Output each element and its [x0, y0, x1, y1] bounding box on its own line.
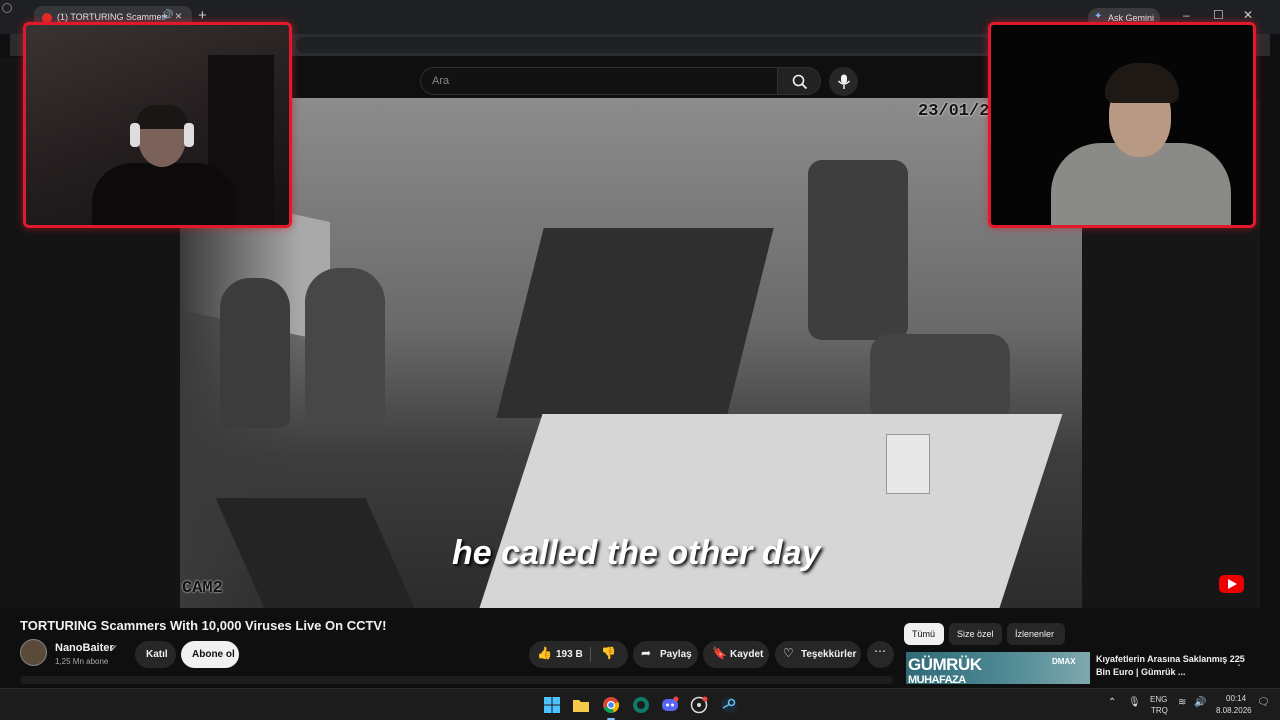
- like-count[interactable]: 193 B: [556, 649, 583, 660]
- save-label: Kaydet: [730, 649, 764, 660]
- save-button[interactable]: 🔖 Kaydet: [703, 641, 769, 668]
- windows-start-icon[interactable]: [543, 696, 561, 714]
- recommendation-menu-icon[interactable]: ⋮: [1233, 654, 1245, 668]
- maximize-icon[interactable]: ☐: [1213, 9, 1224, 21]
- share-arrow-icon: ➦: [641, 646, 652, 660]
- channel-avatar[interactable]: [20, 639, 47, 666]
- heart-dollar-icon: ♡: [783, 646, 794, 660]
- share-label: Paylaş: [660, 649, 692, 660]
- thanks-label: Teşekkürler: [801, 649, 857, 660]
- headset-icon: [184, 123, 194, 147]
- gemini-sparkle-icon: ✦: [1094, 11, 1103, 22]
- file-explorer-icon[interactable]: [572, 696, 590, 714]
- thumbnail-text: MUHAFAZA: [908, 674, 966, 684]
- recommendation-title[interactable]: Kıyafetlerin Arasına Saklanmış 225 Bin E…: [1096, 653, 1246, 679]
- microphone-tray-icon[interactable]: 🎙: [1128, 697, 1141, 708]
- volume-icon[interactable]: 🔊: [1194, 697, 1206, 708]
- windows-taskbar: [0, 688, 1280, 720]
- join-button[interactable]: Katıl: [135, 641, 176, 668]
- tab-close-icon[interactable]: ×: [175, 9, 182, 23]
- subscriber-count: 1,25 Mn abone: [55, 657, 109, 666]
- notification-icon[interactable]: 🗨: [1257, 697, 1270, 708]
- thumbnail-text: GÜMRÜK: [908, 655, 982, 674]
- clock-time[interactable]: 00:14: [1226, 694, 1246, 703]
- headset-icon: [130, 123, 140, 147]
- thanks-button[interactable]: ♡ Teşekkürler: [775, 641, 861, 668]
- microphone-icon: [837, 74, 851, 89]
- url-field[interactable]: [296, 37, 992, 53]
- chip-label: İzlenenler: [1015, 629, 1055, 639]
- person-scene: [305, 268, 385, 428]
- voice-search-button[interactable]: [829, 67, 858, 96]
- hair-scene: [1105, 63, 1179, 103]
- streamer-webcam-right: [988, 22, 1256, 228]
- office-chair-scene: [870, 334, 1010, 424]
- channel-name[interactable]: NanoBaiter: [55, 642, 114, 654]
- window-close-icon[interactable]: ✕: [1243, 9, 1253, 21]
- bookmark-icon: 🔖: [712, 646, 727, 660]
- tab-title: (1) TORTURING Scammers: [57, 12, 165, 22]
- video-title: TORTURING Scammers With 10,000 Viruses L…: [20, 618, 387, 633]
- search-placeholder: Ara: [432, 75, 450, 87]
- thumbs-down-icon[interactable]: 👎: [601, 646, 616, 660]
- clock-date[interactable]: 8.08.2026: [1216, 706, 1252, 715]
- play-triangle-icon: [1228, 579, 1237, 589]
- office-chair-scene: [808, 160, 908, 340]
- tray-chevron-icon[interactable]: ⌃: [1108, 697, 1116, 708]
- more-actions-button[interactable]: ⋯: [867, 641, 894, 668]
- person-scene: [220, 278, 290, 428]
- chip-all[interactable]: Tümü: [904, 623, 944, 645]
- keyboard-layout[interactable]: TRQ: [1151, 706, 1168, 715]
- hair-scene: [136, 105, 188, 129]
- youtube-logo-icon: [1219, 575, 1244, 593]
- video-subtitle: he called the other day: [452, 534, 821, 572]
- streamer-webcam-left: [23, 22, 292, 228]
- fan-scene: [886, 434, 930, 494]
- search-button[interactable]: [777, 67, 821, 95]
- video-player[interactable]: 23/01/20 CAM2 he called the other day: [180, 98, 1082, 608]
- person-scene: [92, 163, 236, 225]
- like-dislike-group: 👍 193 B 👎: [529, 641, 628, 668]
- app-icon[interactable]: [632, 696, 650, 714]
- search-input[interactable]: Ara: [420, 67, 778, 95]
- browser-app-icon: [2, 3, 12, 13]
- subscribe-label: Abone ol: [192, 649, 235, 660]
- cctv-cam-label: CAM2: [182, 579, 223, 598]
- obs-icon[interactable]: [690, 696, 708, 714]
- chip-watched[interactable]: İzlenenler: [1007, 623, 1065, 645]
- chip-label: Tümü: [912, 629, 936, 639]
- chip-for-you[interactable]: Size özel: [949, 623, 1002, 645]
- search-icon: [792, 74, 808, 90]
- more-dots-icon: ⋯: [874, 644, 886, 658]
- share-button[interactable]: ➦ Paylaş: [633, 641, 698, 668]
- new-tab-icon[interactable]: +: [198, 8, 207, 23]
- minimize-icon[interactable]: –: [1183, 9, 1190, 21]
- verified-check-icon: ✔: [110, 643, 118, 653]
- speaker-icon[interactable]: 🔊: [161, 10, 173, 21]
- description-box-edge[interactable]: [20, 676, 893, 684]
- like-divider: [590, 647, 591, 662]
- thumbs-up-icon[interactable]: 👍: [537, 646, 552, 660]
- recommendation-thumbnail[interactable]: GÜMRÜK MUHAFAZA DMAX: [906, 652, 1090, 684]
- wifi-icon[interactable]: ≋: [1178, 697, 1186, 708]
- subscribe-button[interactable]: Abone ol: [181, 641, 239, 668]
- join-label: Katıl: [146, 649, 168, 660]
- chip-label: Size özel: [957, 629, 994, 639]
- desk-scene: [477, 414, 1063, 608]
- language-indicator[interactable]: ENG: [1150, 695, 1167, 704]
- chrome-icon[interactable]: [602, 696, 620, 714]
- steam-icon[interactable]: [720, 696, 738, 714]
- cabinet-scene: [496, 228, 774, 418]
- discord-icon[interactable]: [661, 696, 679, 714]
- channel-badge: DMAX: [1052, 657, 1076, 666]
